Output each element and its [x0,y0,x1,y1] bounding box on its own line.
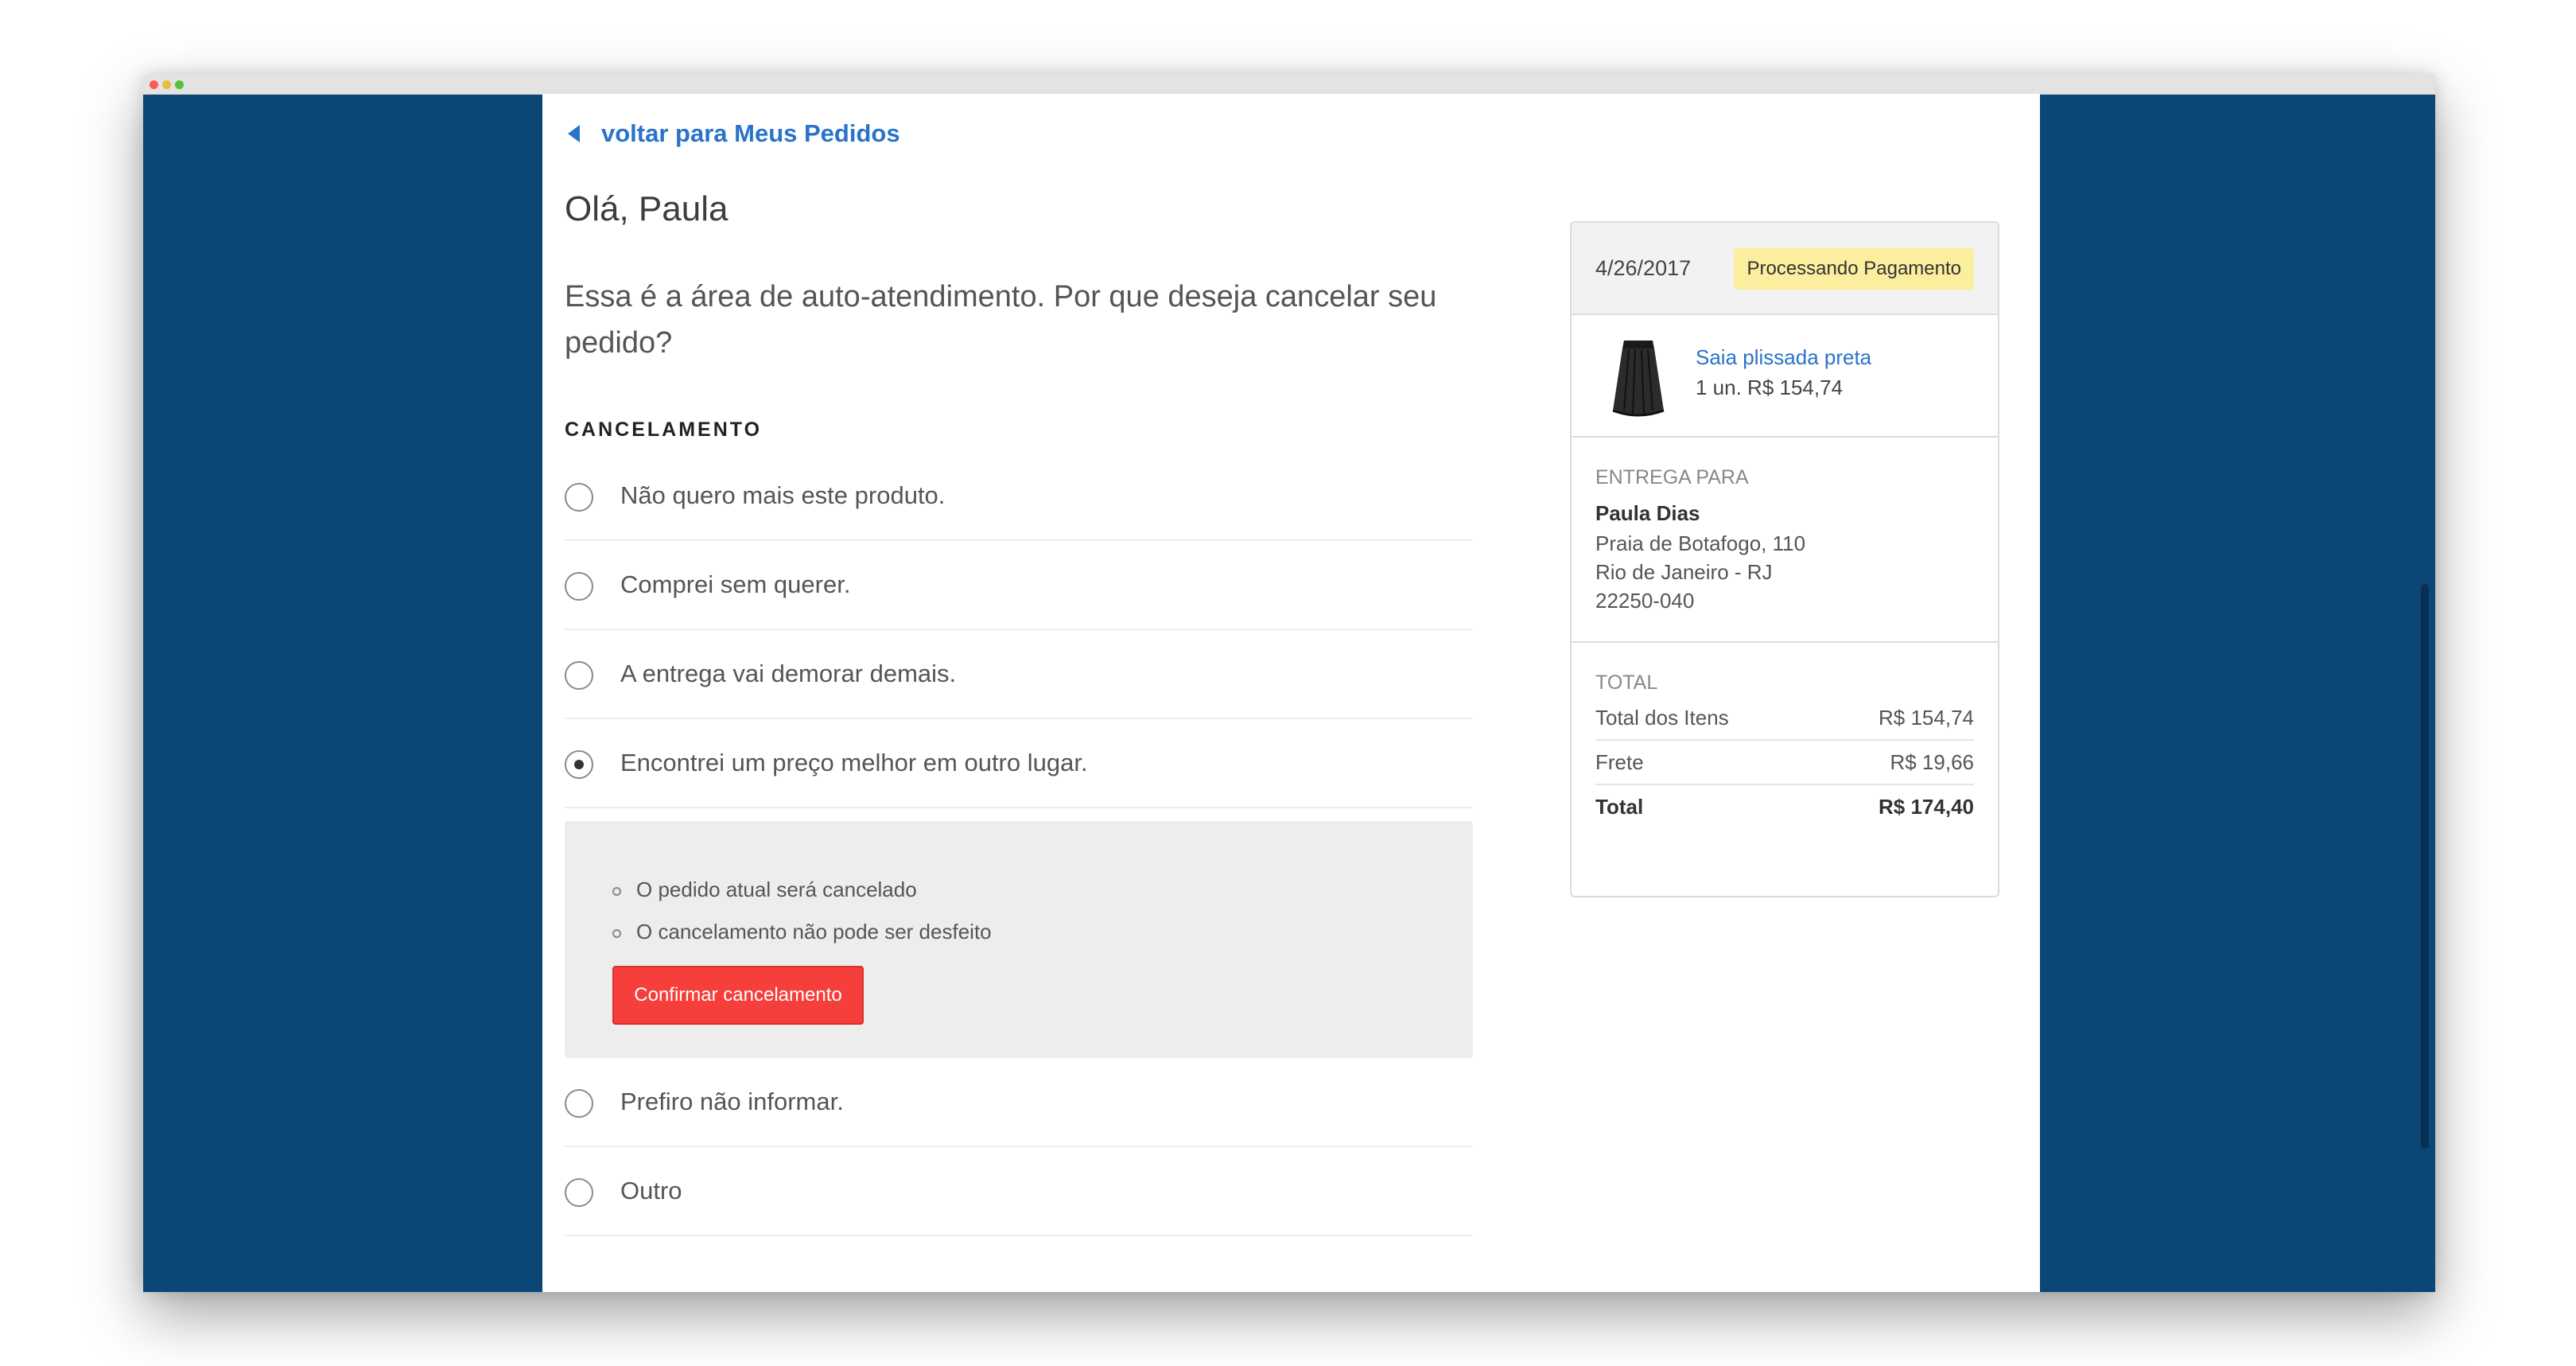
totals-label: TOTAL [1595,671,1658,694]
radio-button[interactable] [565,1089,593,1118]
close-window-button[interactable] [150,80,158,89]
order-date: 4/26/2017 [1595,256,1692,280]
intro-text: Essa é a área de auto-atendimento. Por q… [565,280,1437,360]
back-link-label: voltar para Meus Pedidos [601,119,900,147]
total-row: Total dos Itens R$ 154,74 [1595,696,1974,741]
reason-label: Prefiro não informar. [620,1088,844,1115]
greeting-heading: Olá, Paula [565,189,729,228]
reason-label: Encontrei um preço melhor em outro lugar… [620,749,1088,776]
radio-button[interactable] [565,483,593,512]
reason-label: Não quero mais este produto. [620,481,946,509]
recipient-name: Paula Dias [1595,501,1700,525]
reason-label: A entrega vai demorar demais. [620,660,957,687]
browser-window: voltar para Meus Pedidos Olá, Paula Essa… [143,75,2435,1292]
status-badge: Processando Pagamento [1734,248,1974,290]
grand-total-value: R$ 174,40 [1879,795,1974,819]
scrollbar-thumb[interactable] [2421,584,2429,1149]
warning-item: O cancelamento não pode ser desfeito [612,911,992,953]
address-line: 22250-040 [1595,589,1695,613]
total-row: Frete R$ 19,66 [1595,741,1974,785]
reason-option[interactable]: Comprei sem querer. [565,541,1473,630]
reason-label: Outro [620,1177,682,1204]
totals-section: TOTAL Total dos Itens R$ 154,74 Frete R$… [1572,643,1998,828]
radio-button-checked[interactable] [565,750,593,779]
section-title: CANCELAMENTO [565,418,763,441]
address-line: Praia de Botafogo, 110 [1595,531,1806,555]
total-row-label: Frete [1595,750,1644,774]
window-titlebar [143,75,2435,95]
reason-option-selected[interactable]: Encontrei um preço melhor em outro lugar… [565,719,1473,808]
minimize-window-button[interactable] [162,80,171,89]
reason-option[interactable]: Outro [565,1147,1473,1236]
address-line: Rio de Janeiro - RJ [1595,560,1773,584]
grand-total-row: Total R$ 174,40 [1595,785,1974,828]
maximize-window-button[interactable] [175,80,184,89]
order-summary-card: 4/26/2017 Processando Pagamento Saia pli… [1570,221,1999,897]
product-quantity-price: 1 un. R$ 154,74 [1696,376,1844,399]
reason-option[interactable]: Prefiro não informar. [565,1058,1473,1147]
page-content: voltar para Meus Pedidos Olá, Paula Essa… [542,94,2040,1292]
back-to-orders-link[interactable]: voltar para Meus Pedidos [565,119,900,148]
warning-item: O pedido atual será cancelado [612,869,992,911]
order-item: Saia plissada preta 1 un. R$ 154,74 [1572,315,1998,438]
confirm-cancel-button[interactable]: Confirmar cancelamento [612,966,864,1025]
warning-list: O pedido atual será cancelado O cancelam… [612,869,992,953]
total-row-label: Total dos Itens [1595,706,1729,730]
total-row-value: R$ 19,66 [1890,750,1974,774]
radio-button[interactable] [565,572,593,601]
back-arrow-icon [568,125,580,142]
cancel-reason-options: Não quero mais este produto. Comprei sem… [565,452,1473,1236]
radio-button[interactable] [565,1178,593,1207]
skirt-product-image [1612,341,1665,417]
shipping-section: ENTREGA PARA Paula Dias Praia de Botafog… [1572,438,1998,643]
reason-label: Comprei sem querer. [620,570,851,598]
confirm-panel: O pedido atual será cancelado O cancelam… [565,821,1473,1058]
shipping-label: ENTREGA PARA [1595,466,1749,488]
order-header: 4/26/2017 Processando Pagamento [1572,223,1998,315]
reason-option[interactable]: A entrega vai demorar demais. [565,630,1473,719]
total-row-value: R$ 154,74 [1879,706,1974,730]
radio-button[interactable] [565,661,593,690]
product-name-link[interactable]: Saia plissada preta [1696,345,1871,370]
reason-option[interactable]: Não quero mais este produto. [565,452,1473,541]
grand-total-label: Total [1595,795,1644,819]
